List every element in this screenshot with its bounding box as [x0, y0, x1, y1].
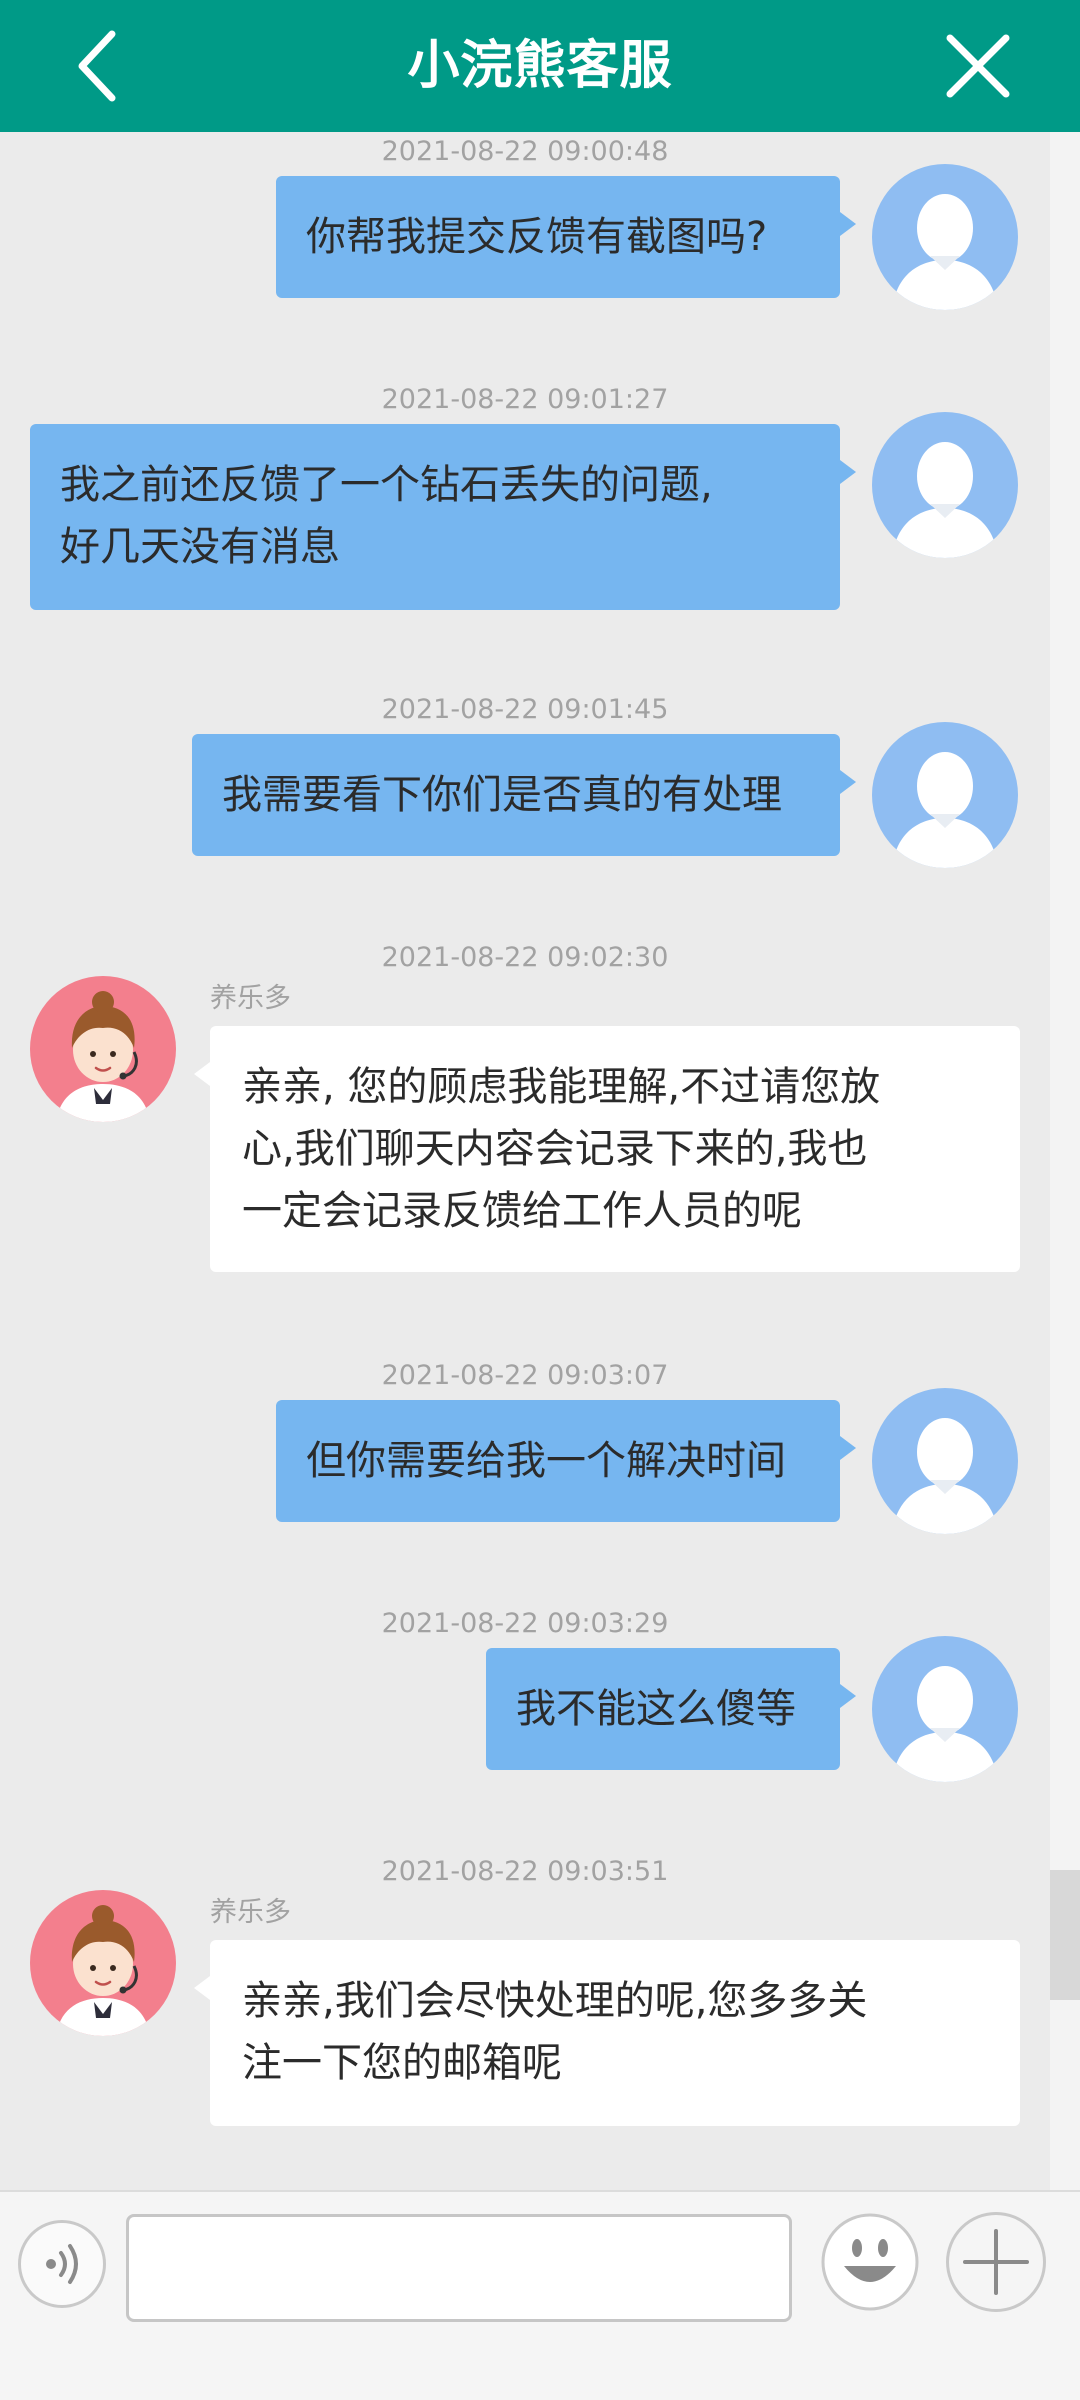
user-avatar[interactable] — [872, 1636, 1018, 1782]
agent-avatar[interactable] — [30, 1890, 176, 2036]
page-title: 小浣熊客服 — [407, 36, 673, 96]
sender-name: 养乐多 — [210, 1897, 291, 1928]
message-text: 一定会记录反馈给工作人员的呢 — [242, 1188, 802, 1234]
voice-button[interactable] — [18, 2220, 106, 2308]
voice-icon — [46, 2244, 78, 2284]
message-text: 我之前还反馈了一个钻石丢失的问题, — [60, 462, 713, 508]
emoji-icon — [821, 2213, 919, 2311]
more-button[interactable] — [946, 2212, 1046, 2312]
message-text: 好几天没有消息 — [60, 524, 340, 570]
user-avatar[interactable] — [872, 412, 1018, 558]
user-message-bubble[interactable]: 我不能这么傻等 — [486, 1648, 856, 1770]
close-icon — [946, 34, 1010, 98]
user-message-bubble[interactable]: 我之前还反馈了一个钻石丢失的问题, 好几天没有消息 — [30, 424, 856, 610]
message-text: 我不能这么傻等 — [516, 1686, 796, 1732]
user-avatar[interactable] — [872, 722, 1018, 868]
agent-message-bubble[interactable]: 亲亲,我们会尽快处理的呢,您多多关 注一下您的邮箱呢 — [194, 1940, 1020, 2126]
message-timestamp: 2021-08-22 09:01:27 — [381, 384, 669, 415]
message-timestamp: 2021-08-22 09:03:29 — [381, 1608, 669, 1639]
title-bar: 小浣熊客服 — [0, 0, 1080, 132]
message-text: 你帮我提交反馈有截图吗? — [306, 214, 768, 260]
sender-name: 养乐多 — [210, 983, 291, 1014]
message-text: 但你需要给我一个解决时间 — [306, 1438, 786, 1484]
user-message-bubble[interactable]: 但你需要给我一个解决时间 — [276, 1400, 856, 1522]
message-timestamp: 2021-08-22 09:01:45 — [381, 694, 669, 725]
input-bar — [0, 2190, 1080, 2400]
message-timestamp: 2021-08-22 09:03:07 — [381, 1360, 669, 1391]
message-timestamp: 2021-08-22 09:03:51 — [381, 1856, 669, 1887]
user-message-bubble[interactable]: 你帮我提交反馈有截图吗? — [276, 176, 856, 298]
agent-message-bubble[interactable]: 亲亲, 您的顾虑我能理解,不过请您放 心,我们聊天内容会记录下来的,我也 一定会… — [194, 1026, 1020, 1272]
chat-area[interactable]: 2021-08-22 09:00:48 你帮我提交反馈有截图吗? 2021-08… — [0, 132, 1050, 2190]
message-text: 心,我们聊天内容会记录下来的,我也 — [242, 1126, 868, 1172]
agent-avatar[interactable] — [30, 976, 176, 1122]
plus-icon — [963, 2229, 1029, 2295]
message-input[interactable] — [126, 2214, 792, 2322]
close-button[interactable] — [936, 24, 1020, 108]
user-avatar[interactable] — [872, 1388, 1018, 1534]
message-text: 亲亲, 您的顾虑我能理解,不过请您放 — [242, 1064, 881, 1110]
message-timestamp: 2021-08-22 09:00:48 — [381, 136, 669, 167]
scrollbar-thumb[interactable] — [1050, 1870, 1080, 2000]
user-avatar[interactable] — [872, 164, 1018, 310]
message-text: 亲亲,我们会尽快处理的呢,您多多关 — [242, 1978, 868, 2024]
message-text: 我需要看下你们是否真的有处理 — [222, 772, 782, 818]
message-timestamp: 2021-08-22 09:02:30 — [381, 942, 669, 973]
user-message-bubble[interactable]: 我需要看下你们是否真的有处理 — [192, 734, 856, 856]
emoji-button[interactable] — [820, 2212, 920, 2312]
message-text: 注一下您的邮箱呢 — [242, 2040, 562, 2086]
